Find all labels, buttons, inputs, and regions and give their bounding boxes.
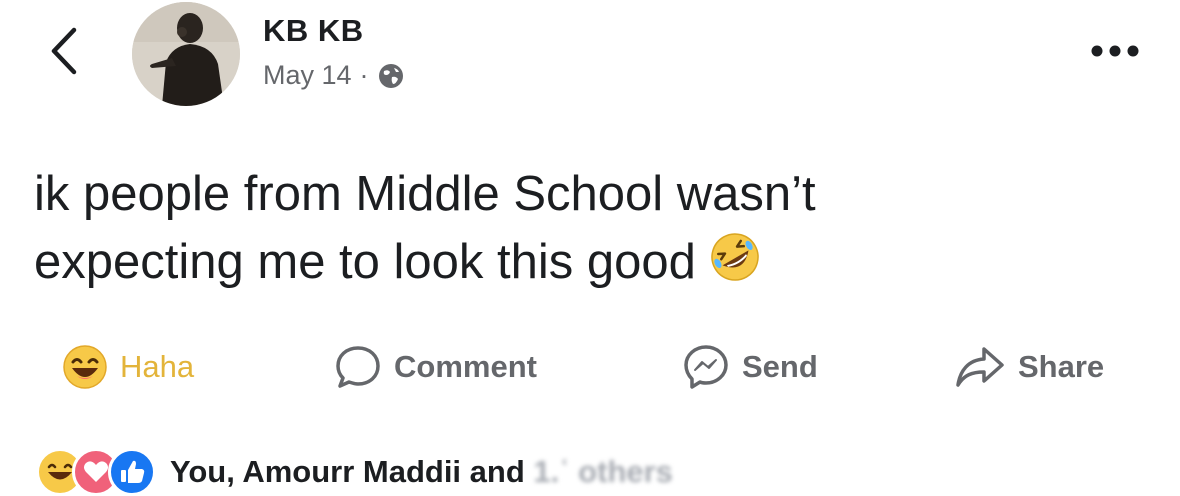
haha-emoji-icon (63, 345, 107, 389)
post-date[interactable]: May 14 (263, 60, 352, 91)
messenger-icon (684, 345, 728, 389)
share-arrow-icon (956, 347, 1004, 387)
reactions-summary-text: You, Amourr Maddii and 1.ʿ others (170, 454, 673, 490)
more-dots-icon (1091, 45, 1139, 57)
globe-icon (378, 63, 403, 88)
reactions-others-count: 1.ʿ others (533, 454, 673, 489)
post-text-line-2: expecting me to look this good (34, 235, 696, 289)
more-options-button[interactable] (1088, 38, 1142, 64)
reaction-icons (36, 448, 156, 496)
like-reaction-icon (108, 448, 156, 496)
share-label: Share (1018, 349, 1105, 384)
reactions-summary[interactable]: You, Amourr Maddii and 1.ʿ others (36, 448, 673, 496)
post-text-line-1: ik people from Middle School wasn’t (34, 167, 816, 221)
comment-bubble-icon (336, 346, 380, 388)
avatar[interactable] (132, 2, 240, 106)
comment-button[interactable]: Comment (334, 336, 537, 398)
rolling-laughing-emoji-icon (708, 230, 762, 302)
send-label: Send (742, 349, 818, 384)
share-button[interactable]: Share (954, 336, 1104, 398)
haha-label: Haha (120, 349, 195, 384)
chevron-left-icon (51, 27, 77, 75)
haha-reaction-button[interactable]: Haha (62, 336, 194, 398)
avatar-photo (132, 2, 240, 106)
send-button[interactable]: Send (682, 336, 818, 398)
reactions-names: You, Amourr Maddii and (170, 454, 534, 489)
post-text: ik people from Middle School wasn’t expe… (34, 160, 1154, 302)
back-button[interactable] (44, 26, 84, 76)
post-meta: May 14 · (263, 60, 405, 91)
meta-separator: · (359, 60, 369, 90)
post-action-bar: Haha Comment Send Share (0, 336, 1180, 398)
comment-label: Comment (394, 349, 537, 384)
author-name[interactable]: KB KB (263, 13, 364, 49)
